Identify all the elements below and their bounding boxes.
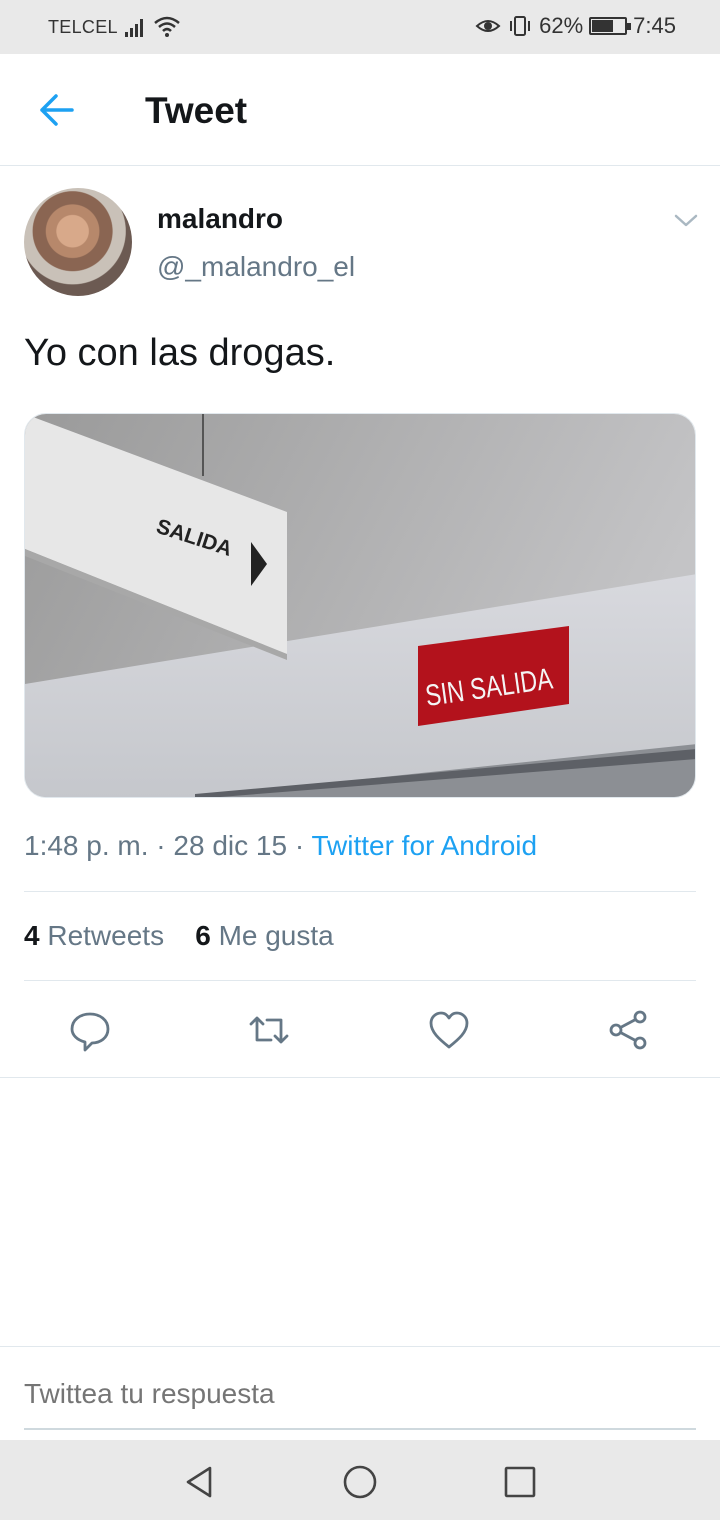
vibrate-icon xyxy=(510,16,531,36)
battery-percent: 62% xyxy=(539,13,584,38)
divider xyxy=(24,891,696,892)
retweets-label: Retweets xyxy=(47,920,165,951)
page-title: Tweet xyxy=(145,90,248,131)
author-handle[interactable]: @_malandro_el xyxy=(157,251,355,283)
eye-comfort-icon xyxy=(475,20,501,32)
nav-home-icon[interactable] xyxy=(338,1460,382,1504)
tweet-source-link[interactable]: Twitter for Android xyxy=(311,830,537,861)
heart-icon[interactable] xyxy=(425,1006,473,1054)
likes-stat[interactable]: 6 Me gusta xyxy=(195,920,334,951)
tweet-actions xyxy=(0,1000,720,1060)
tweet-meta: 1:48 p. m. · 28 dic 15 · Twitter for And… xyxy=(24,830,538,861)
divider xyxy=(24,980,696,981)
app-header: Tweet xyxy=(0,54,720,166)
likes-count: 6 xyxy=(195,920,211,951)
battery-icon xyxy=(589,17,632,35)
avatar[interactable] xyxy=(24,188,132,296)
retweets-count: 4 xyxy=(24,920,40,951)
nav-recents-icon[interactable] xyxy=(498,1460,542,1504)
chevron-down-icon[interactable] xyxy=(672,208,700,232)
divider xyxy=(0,1077,720,1078)
tweet-date: 28 dic 15 xyxy=(173,830,288,861)
divider xyxy=(0,1346,720,1347)
media-photo: SALIDA SIN SALIDA xyxy=(25,414,695,797)
carrier-label: TELCEL xyxy=(48,17,118,37)
tweet-text: Yo con las drogas. xyxy=(24,332,336,374)
clock: 7:45 xyxy=(633,13,676,38)
system-nav-bar xyxy=(0,1440,720,1520)
tweet-time: 1:48 p. m. xyxy=(24,830,149,861)
share-icon[interactable] xyxy=(604,1006,652,1054)
status-bar: TELCEL 62% 7:45 xyxy=(0,0,720,54)
retweet-icon[interactable] xyxy=(245,1006,293,1054)
battery-level xyxy=(592,20,614,32)
comment-icon[interactable] xyxy=(66,1006,114,1054)
reply-underline xyxy=(24,1428,696,1430)
signal-icon xyxy=(125,19,143,37)
wifi-icon xyxy=(154,16,180,37)
tweet-stats: 4 Retweets 6 Me gusta xyxy=(24,920,334,952)
retweets-stat[interactable]: 4 Retweets xyxy=(24,920,164,951)
likes-label: Me gusta xyxy=(218,920,334,951)
author-name[interactable]: malandro xyxy=(157,203,283,235)
reply-input[interactable] xyxy=(24,1378,696,1410)
tweet-media[interactable]: SALIDA SIN SALIDA xyxy=(24,413,696,798)
nav-back-icon[interactable] xyxy=(178,1460,222,1504)
arrow-left-icon[interactable] xyxy=(28,86,84,134)
